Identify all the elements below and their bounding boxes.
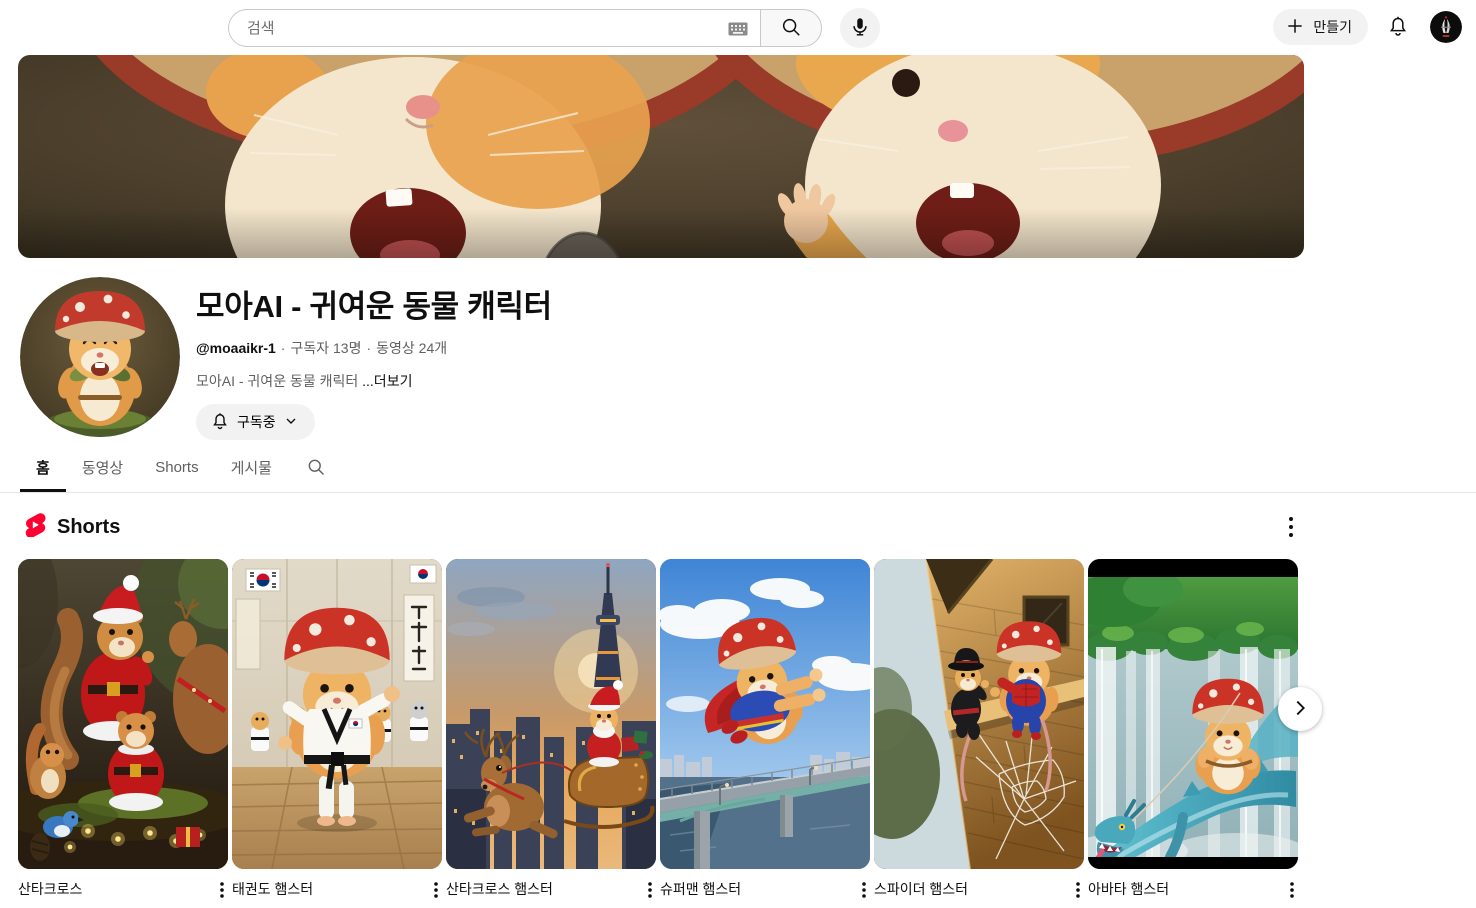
more-link[interactable]: ...더보기 — [362, 373, 412, 389]
channel-search-button[interactable] — [288, 443, 334, 492]
search-icon — [780, 16, 802, 41]
tab-home[interactable]: 홈 — [20, 443, 66, 492]
card-footer: 태권도 햄스터 — [232, 880, 442, 903]
shorts-logo-icon — [24, 513, 46, 542]
bell-icon — [1386, 14, 1410, 41]
video-kebab-button[interactable] — [431, 880, 441, 903]
youtube-channel-page: 만들기 — [0, 0, 1476, 908]
card-footer: 아바타 햄스터 — [1088, 880, 1298, 903]
topbar: 만들기 — [0, 0, 1476, 55]
video-kebab-button[interactable] — [1073, 880, 1083, 903]
channel-title: 모아AI - 귀여운 동물 캐릭터 — [196, 281, 552, 326]
channel-info: 모아AI - 귀여운 동물 캐릭터 @moaaikr-1 · 구독자 13명 ·… — [196, 277, 552, 440]
channel-header: 모아AI - 귀여운 동물 캐릭터 @moaaikr-1 · 구독자 13명 ·… — [20, 277, 1476, 440]
meta-separator: · — [281, 340, 286, 356]
channel-tabs: 홈 동영상 Shorts 게시물 — [20, 443, 1476, 492]
user-avatar[interactable] — [1430, 11, 1462, 43]
subscribed-button[interactable]: 구독중 — [196, 404, 315, 440]
video-title[interactable]: 스파이더 햄스터 — [874, 880, 968, 898]
shorts-section-header: Shorts — [18, 509, 1304, 545]
video-thumbnail-santa-hamster[interactable] — [446, 559, 656, 869]
channel-banner — [18, 55, 1304, 258]
shorts-card: 슈퍼맨 햄스터 — [660, 559, 870, 903]
mic-button[interactable] — [840, 8, 880, 48]
channel-avatar — [20, 277, 180, 437]
create-button[interactable]: 만들기 — [1273, 9, 1368, 45]
keyboard-icon[interactable] — [728, 22, 748, 41]
video-title[interactable]: 슈퍼맨 햄스터 — [660, 880, 741, 898]
search-icon — [306, 457, 326, 480]
chevron-down-icon — [283, 413, 299, 432]
shorts-card: 태권도 햄스터 — [232, 559, 442, 903]
channel-meta: @moaaikr-1 · 구독자 13명 · 동영상 24개 — [196, 338, 552, 358]
tab-videos[interactable]: 동영상 — [66, 443, 139, 492]
video-title[interactable]: 태권도 햄스터 — [232, 880, 313, 898]
video-kebab-button[interactable] — [645, 880, 655, 903]
tabs-bar: 홈 동영상 Shorts 게시물 — [0, 443, 1476, 493]
video-title[interactable]: 아바타 햄스터 — [1088, 880, 1169, 898]
video-thumbnail-superman-hamster[interactable] — [660, 559, 870, 869]
search-box[interactable] — [228, 9, 760, 47]
kebab-icon — [1288, 526, 1294, 541]
card-footer: 산타크로스 — [18, 880, 228, 903]
channel-handle: @moaaikr-1 — [196, 340, 276, 356]
video-kebab-button[interactable] — [217, 880, 227, 903]
shorts-section-title: Shorts — [57, 516, 120, 539]
video-title[interactable]: 산타크로스 햄스터 — [446, 880, 553, 898]
card-footer: 슈퍼맨 햄스터 — [660, 880, 870, 903]
topbar-right: 만들기 — [1273, 7, 1462, 47]
video-title[interactable]: 산타크로스 — [18, 880, 82, 898]
search-area — [228, 8, 880, 48]
video-thumbnail-taekwondo-hamster[interactable] — [232, 559, 442, 869]
tab-shorts[interactable]: Shorts — [139, 445, 214, 490]
video-kebab-button[interactable] — [859, 880, 869, 903]
card-footer: 산타크로스 햄스터 — [446, 880, 656, 903]
video-thumbnail-avatar-hamster[interactable] — [1088, 559, 1298, 869]
shorts-card: 스파이더 햄스터 — [874, 559, 1084, 903]
video-thumbnail-spider-hamster[interactable] — [874, 559, 1084, 869]
card-footer: 스파이더 햄스터 — [874, 880, 1084, 903]
create-label: 만들기 — [1313, 17, 1352, 37]
channel-description: 모아AI - 귀여운 동물 캐릭터 ...더보기 — [196, 371, 552, 391]
shorts-card: 산타크로스 햄스터 — [446, 559, 656, 903]
subscribe-label: 구독중 — [237, 412, 276, 432]
banner-art — [18, 55, 1304, 258]
chevron-right-icon — [1289, 697, 1311, 722]
video-count: 동영상 24개 — [376, 338, 447, 358]
video-thumbnail-santa-squirrels[interactable] — [18, 559, 228, 869]
description-text: 모아AI - 귀여운 동물 캐릭터 — [196, 373, 358, 389]
mic-icon — [849, 16, 871, 41]
subscriber-count: 구독자 13명 — [290, 338, 361, 358]
tab-posts[interactable]: 게시물 — [215, 443, 288, 492]
search-button[interactable] — [760, 9, 822, 47]
shorts-card: 산타크로스 — [18, 559, 228, 903]
shorts-shelf: 산타크로스 — [18, 559, 1308, 903]
shorts-card: 아바타 햄스터 — [1088, 559, 1298, 903]
bell-icon — [210, 411, 230, 434]
search-input[interactable] — [245, 19, 716, 38]
video-kebab-button[interactable] — [1287, 880, 1297, 903]
section-kebab-button[interactable] — [1286, 514, 1296, 543]
notifications-button[interactable] — [1378, 7, 1418, 47]
plus-icon — [1285, 16, 1305, 39]
shelf-next-button[interactable] — [1278, 687, 1322, 731]
meta-separator: · — [366, 340, 371, 356]
